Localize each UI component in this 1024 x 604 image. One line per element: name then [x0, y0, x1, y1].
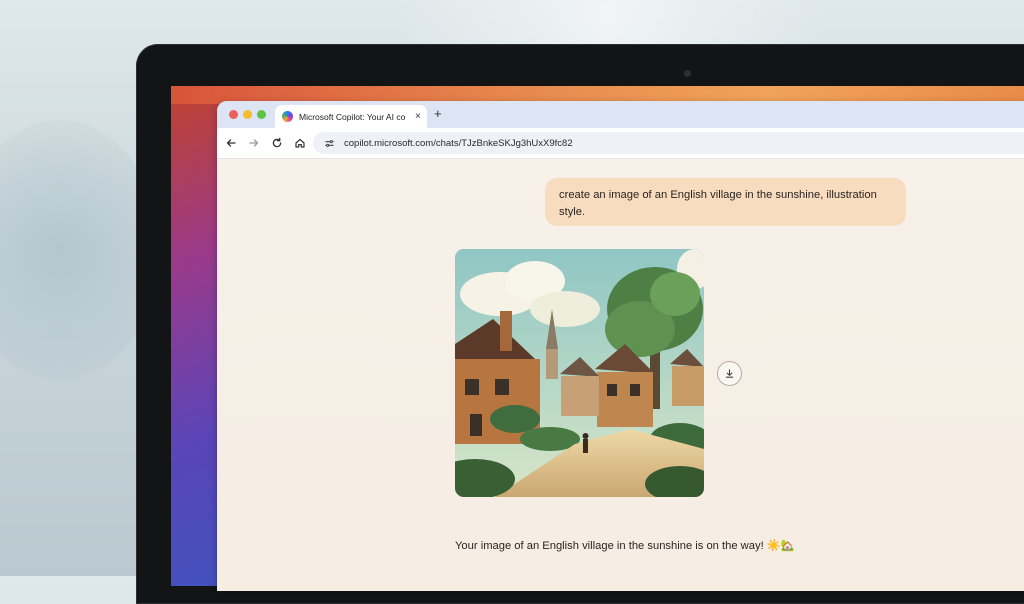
address-bar[interactable]: copilot.microsoft.com/chats/TJzBnkeSKJg3…	[313, 132, 1024, 154]
site-settings-icon[interactable]	[322, 136, 336, 150]
copilot-favicon-icon	[282, 111, 293, 122]
browser-toolbar: copilot.microsoft.com/chats/TJzBnkeSKJg3…	[217, 128, 1024, 159]
download-button[interactable]	[717, 361, 742, 386]
user-message-bubble: create an image of an English village in…	[545, 178, 906, 226]
village-illustration	[455, 249, 704, 497]
tab-bar: Microsoft Copilot: Your AI co × +	[217, 101, 1024, 128]
browser-window: Microsoft Copilot: Your AI co × + copilo…	[217, 101, 1024, 591]
close-window-button[interactable]	[229, 110, 238, 119]
tab-close-icon[interactable]: ×	[415, 111, 421, 122]
reload-icon[interactable]	[269, 135, 285, 151]
generated-image[interactable]	[455, 249, 704, 497]
download-icon	[725, 369, 734, 378]
minimize-window-button[interactable]	[243, 110, 252, 119]
url-text[interactable]: copilot.microsoft.com/chats/TJzBnkeSKJg3…	[344, 138, 573, 149]
assistant-message: Your image of an English village in the …	[455, 540, 795, 552]
forward-arrow-icon[interactable]	[246, 135, 262, 151]
new-tab-button[interactable]: +	[434, 107, 442, 120]
chat-area: create an image of an English village in…	[217, 159, 1024, 591]
camera-icon	[684, 70, 691, 77]
maximize-window-button[interactable]	[257, 110, 266, 119]
tab-title: Microsoft Copilot: Your AI co	[299, 111, 406, 122]
home-icon[interactable]	[292, 135, 308, 151]
back-arrow-icon[interactable]	[223, 135, 239, 151]
tab-copilot[interactable]: Microsoft Copilot: Your AI co ×	[275, 105, 427, 128]
